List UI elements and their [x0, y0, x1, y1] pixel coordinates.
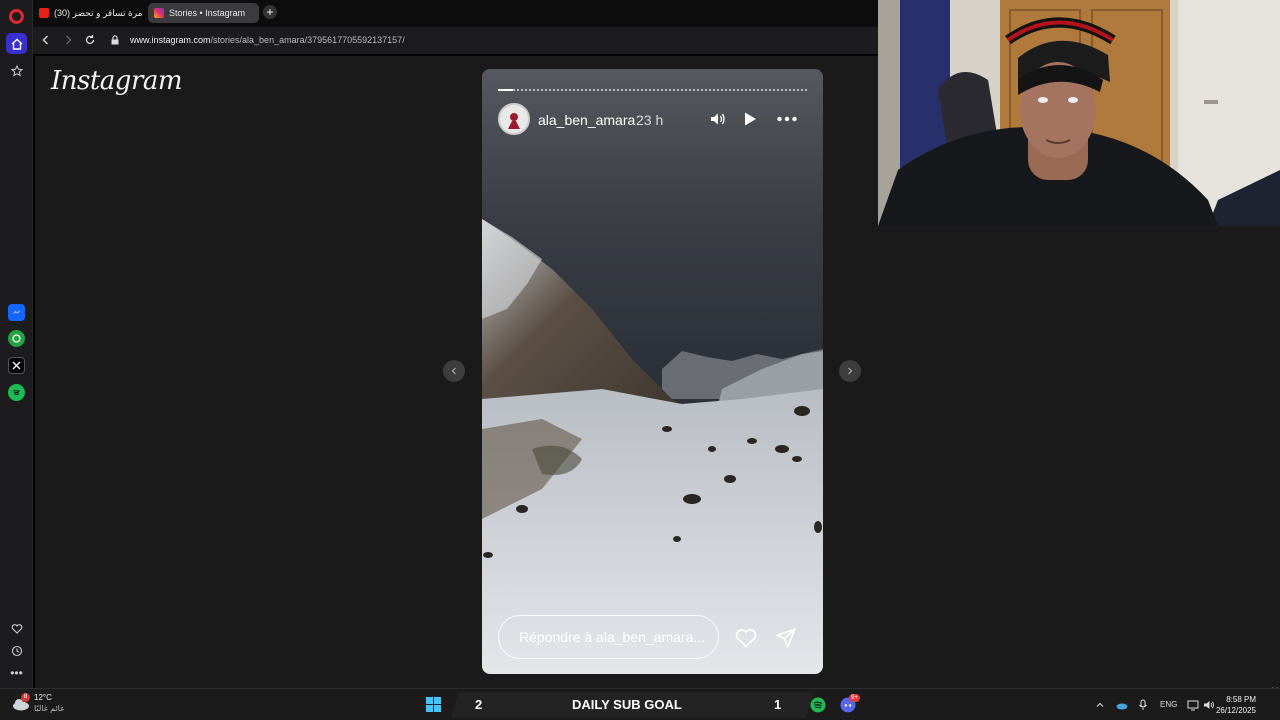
url-field[interactable]: www.instagram.com/stories/ala_ben_amara/…	[130, 35, 405, 45]
webcam-image	[878, 0, 1280, 226]
story-header: ala_ben_amara 23 h	[498, 103, 807, 135]
spotify-taskbar-icon[interactable]	[810, 697, 826, 713]
avatar-figure-icon	[508, 113, 520, 129]
goal-current: 2	[475, 697, 483, 712]
goal-target: 1	[774, 697, 782, 712]
more-options-icon[interactable]	[776, 110, 798, 128]
onedrive-cloud-icon[interactable]	[1116, 699, 1128, 711]
scroll-down-arrow-icon[interactable]	[1272, 679, 1278, 692]
chevron-right-icon	[848, 367, 853, 375]
address-bar: www.instagram.com/stories/ala_ben_amara/…	[33, 27, 878, 54]
opera-logo-icon[interactable]	[9, 9, 24, 24]
reload-icon[interactable]	[83, 33, 97, 47]
weather-desc: غائم غالبًا	[34, 704, 65, 713]
speaker-icon[interactable]	[1203, 699, 1215, 711]
story-viewer[interactable]: ala_ben_amara 23 h Répondre à ala_ben_am…	[482, 69, 823, 674]
more-dots-icon[interactable]: •••	[6, 662, 27, 683]
discord-badge: 9+	[849, 694, 860, 702]
volume-icon[interactable]	[709, 110, 727, 128]
goal-label: DAILY SUB GOAL	[572, 697, 682, 712]
instagram-logo[interactable]: Instagram	[51, 66, 183, 96]
webcam-overlay	[878, 0, 1280, 226]
tab-instagram[interactable]: Stories • Instagram	[148, 3, 259, 23]
tab-label: (30) أول مرة تسافر و تحضر	[54, 7, 145, 18]
language-indicator[interactable]: ENG	[1160, 700, 1177, 709]
tab-bar: (30) أول مرة تسافر و تحضر Stories • Inst…	[33, 0, 878, 27]
play-icon[interactable]	[741, 110, 759, 128]
weather-temp: 12°C	[34, 693, 52, 702]
windows-taskbar: 8 12°C غائم غالبًا 2 DAILY SUB GOAL 1 9+…	[0, 688, 1280, 720]
microphone-icon[interactable]	[1138, 699, 1148, 711]
story-username[interactable]: ala_ben_amara	[538, 112, 635, 128]
url-host: www.instagram.com	[130, 35, 211, 45]
messenger-icon[interactable]	[8, 304, 25, 321]
opera-sidebar: •••	[0, 0, 33, 688]
star-icon[interactable]	[6, 60, 27, 81]
url-path: /stories/ala_ben_amara/37956177055921371…	[210, 35, 405, 45]
system-clock[interactable]: 8:58 PM 26/12/2025	[1216, 694, 1256, 716]
back-arrow-icon[interactable]	[39, 33, 53, 47]
story-reply-input[interactable]: Répondre à ala_ben_amara...	[498, 615, 719, 659]
tab-youtube[interactable]: (30) أول مرة تسافر و تحضر	[33, 3, 145, 23]
reply-placeholder: Répondre à ala_ben_amara...	[519, 629, 706, 645]
avatar[interactable]	[498, 103, 530, 135]
forward-arrow-icon[interactable]	[61, 33, 75, 47]
tray-chevron-up-icon[interactable]	[1096, 701, 1104, 709]
x-twitter-icon[interactable]	[8, 357, 25, 374]
spotify-icon[interactable]	[8, 384, 25, 401]
heart-icon[interactable]	[6, 618, 27, 639]
story-image	[482, 69, 823, 674]
instagram-favicon-icon	[154, 8, 164, 18]
history-clock-icon[interactable]	[6, 640, 27, 661]
youtube-favicon-icon	[39, 8, 49, 18]
next-story-button[interactable]	[839, 360, 861, 382]
clock-date: 26/12/2025	[1215, 706, 1256, 715]
tab-label: Stories • Instagram	[169, 8, 246, 18]
home-icon[interactable]	[6, 33, 27, 54]
whatsapp-icon[interactable]	[8, 330, 25, 347]
story-progress-fill	[498, 89, 514, 91]
chevron-left-icon	[451, 367, 456, 375]
story-timestamp: 23 h	[636, 112, 664, 128]
clock-time: 8:58 PM	[1226, 695, 1256, 704]
lock-icon[interactable]	[108, 33, 122, 47]
weather-badge: 8	[21, 693, 30, 702]
new-tab-button[interactable]: +	[263, 5, 277, 19]
story-progress-bar	[498, 89, 807, 91]
windows-start-icon[interactable]	[426, 697, 441, 712]
previous-story-button[interactable]	[443, 360, 465, 382]
like-heart-icon[interactable]	[734, 626, 758, 650]
network-icon[interactable]	[1187, 699, 1199, 711]
send-share-icon[interactable]	[774, 626, 798, 650]
